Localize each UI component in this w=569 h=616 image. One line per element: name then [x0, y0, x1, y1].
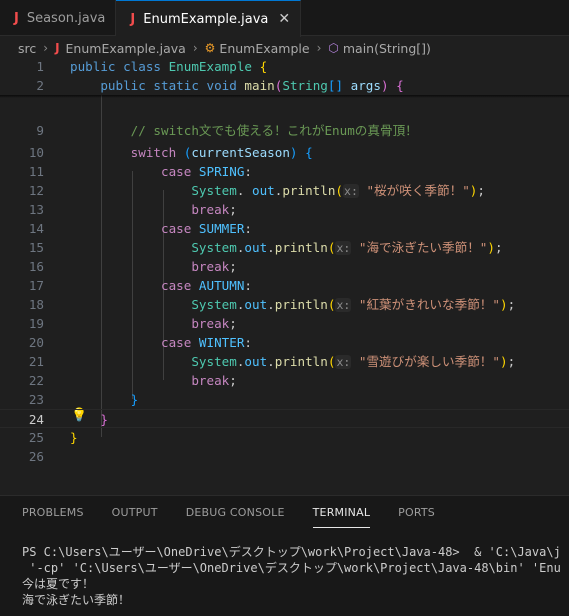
code-text: }: [100, 412, 108, 427]
method-symbol-icon: ⬡: [328, 41, 339, 55]
java-file-icon: J: [130, 11, 136, 27]
line-number: 14: [28, 221, 44, 236]
java-file-icon: J: [14, 10, 19, 26]
code-line[interactable]: 12 System. out.println(x: "桜が咲く季節！");: [0, 181, 569, 200]
terminal-line: '-cp' 'C:\Users\ユーザー\OneDrive\デスクトップ\wor…: [22, 561, 561, 575]
code-text: break;: [191, 202, 237, 217]
tab-label: Season.java: [26, 10, 106, 26]
chevron-right-icon: ›: [192, 41, 198, 55]
line-number: 26: [28, 449, 44, 464]
close-icon[interactable]: ✕: [278, 11, 290, 27]
code-text: System.out.println(x: "雪遊びが楽しい季節！");: [191, 354, 516, 369]
line-number: 13: [28, 202, 44, 217]
sticky-scroll-shadow: [0, 95, 569, 98]
line-number: 2: [36, 78, 44, 93]
code-line[interactable]: 1 public class EnumExample {: [0, 57, 569, 76]
java-file-icon: J: [55, 41, 60, 55]
tab-season-java[interactable]: J Season.java: [0, 0, 117, 36]
code-line[interactable]: 25}: [0, 428, 569, 447]
class-symbol-icon: ⚙: [204, 41, 216, 55]
panel-tab-terminal[interactable]: TERMINAL: [312, 506, 371, 528]
line-number: 18: [28, 297, 44, 312]
code-line[interactable]: 26: [0, 447, 569, 466]
terminal-line: PS C:\Users\ユーザー\OneDrive\デスクトップ\work\Pr…: [22, 545, 561, 559]
line-number: 17: [28, 278, 44, 293]
line-number: 20: [28, 335, 44, 350]
editor-tab-bar: J Season.java J EnumExample.java ✕: [0, 0, 569, 37]
chevron-right-icon: ›: [43, 41, 49, 55]
code-text: System.out.println(x: "紅葉がきれいな季節！");: [191, 297, 516, 312]
code-text: case SUMMER:: [161, 221, 253, 236]
code-line[interactable]: 23 }: [0, 390, 569, 409]
bottom-panel: PROBLEMS OUTPUT DEBUG CONSOLE TERMINAL PORTS…: [0, 495, 569, 616]
line-number: 1: [36, 59, 44, 74]
code-text: }: [130, 392, 139, 407]
code-text: break;: [191, 316, 237, 331]
terminal-line: 海で泳ぎたい季節！: [22, 593, 131, 607]
code-text: // switch文でも使える！これがEnumの真骨頂！: [130, 123, 418, 138]
line-number: 9: [36, 123, 44, 138]
tab-label: EnumExample.java: [143, 11, 269, 27]
code-line[interactable]: 11 case SPRING:: [0, 162, 569, 181]
code-line[interactable]: 14 case SUMMER:: [0, 219, 569, 238]
line-number: 19: [28, 316, 44, 331]
code-text: }: [70, 430, 78, 445]
panel-tab-problems[interactable]: PROBLEMS: [22, 506, 84, 528]
code-line[interactable]: 18 System.out.println(x: "紅葉がきれいな季節！");: [0, 295, 569, 314]
code-text: System. out.println(x: "桜が咲く季節！");: [191, 183, 485, 198]
breadcrumb-file[interactable]: EnumExample.java: [66, 41, 186, 56]
line-number: 16: [28, 259, 44, 274]
breadcrumb-method[interactable]: main(String[]): [343, 41, 431, 56]
code-line[interactable]: 15 System.out.println(x: "海で泳ぎたい季節！");: [0, 238, 569, 257]
line-number: 25: [28, 430, 44, 445]
code-text: case SPRING:: [161, 164, 253, 179]
code-line[interactable]: 10 switch (currentSeason) {: [0, 143, 569, 162]
line-number: 12: [28, 183, 44, 198]
code-line[interactable]: 13 break;: [0, 200, 569, 219]
code-text: case AUTUMN:: [161, 278, 253, 293]
line-number: 24: [28, 412, 44, 427]
panel-tab-debug-console[interactable]: DEBUG CONSOLE: [186, 506, 285, 528]
code-line[interactable]: 21 System.out.println(x: "雪遊びが楽しい季節！");: [0, 352, 569, 371]
line-number: 15: [28, 240, 44, 255]
code-line[interactable]: 17 case AUTUMN:: [0, 276, 569, 295]
breadcrumb-folder[interactable]: src: [18, 41, 36, 56]
line-number: 23: [28, 392, 44, 407]
chevron-right-icon: ›: [316, 41, 322, 55]
line-number: 11: [28, 164, 44, 179]
breadcrumb-class[interactable]: EnumExample: [219, 41, 309, 56]
code-text: public class EnumExample {: [70, 59, 268, 74]
code-line[interactable]: 19 break;: [0, 314, 569, 333]
code-text: break;: [191, 259, 237, 274]
panel-tab-ports[interactable]: PORTS: [398, 506, 435, 528]
code-line[interactable]: 2 public static void main(String[] args)…: [0, 76, 569, 95]
line-number: 10: [28, 145, 44, 160]
code-line[interactable]: 20 case WINTER:: [0, 333, 569, 352]
code-text: public static void main(String[] args) {: [100, 78, 404, 93]
panel-tab-output[interactable]: OUTPUT: [112, 506, 158, 528]
code-line[interactable]: 16 break;: [0, 257, 569, 276]
tab-enumexample-java[interactable]: J EnumExample.java ✕: [116, 0, 302, 37]
code-editor[interactable]: 💡 1 public class EnumExample {2 public st…: [0, 57, 569, 495]
line-number: 21: [28, 354, 44, 369]
code-line[interactable]: 9 // switch文でも使える！これがEnumの真骨頂！: [0, 121, 569, 140]
code-line[interactable]: 22 break;: [0, 371, 569, 390]
terminal-line: 今は夏です！: [22, 577, 95, 591]
line-number: 22: [28, 373, 44, 388]
code-text: switch (currentSeason) {: [130, 145, 313, 160]
code-text: break;: [191, 373, 237, 388]
panel-tab-bar: PROBLEMS OUTPUT DEBUG CONSOLE TERMINAL PORTS: [0, 506, 441, 528]
code-text: System.out.println(x: "海で泳ぎたい季節！");: [191, 240, 503, 255]
code-line[interactable]: 24 }: [0, 409, 569, 428]
terminal-output[interactable]: PS C:\Users\ユーザー\OneDrive\デスクトップ\work\Pr…: [22, 544, 569, 608]
code-text: case WINTER:: [161, 335, 253, 350]
breadcrumb: src › J EnumExample.java › ⚙ EnumExample…: [0, 37, 569, 59]
